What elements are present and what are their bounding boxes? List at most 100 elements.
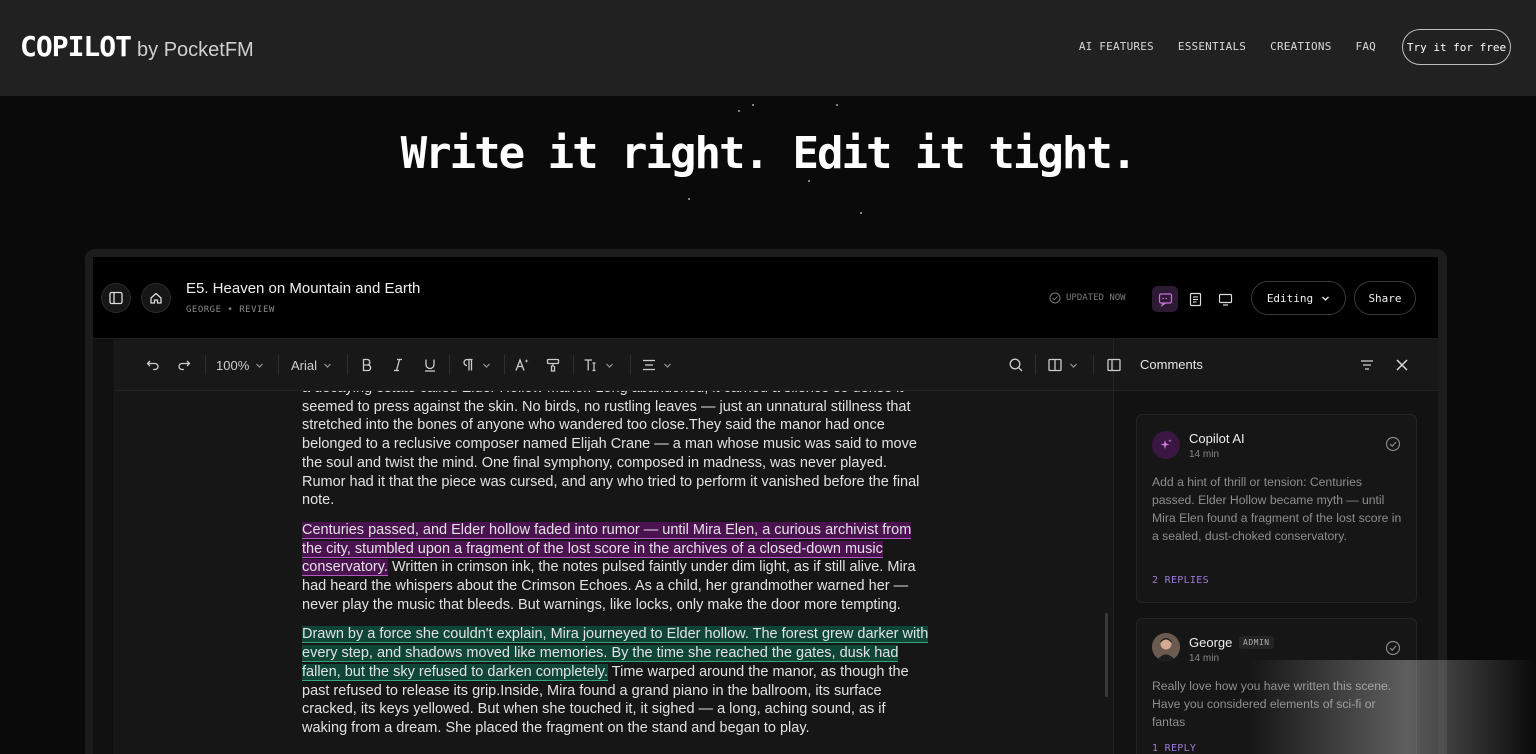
toolbar-divider — [573, 355, 574, 375]
filter-icon — [1361, 360, 1373, 370]
nav-link-creations[interactable]: CREATIONS — [1270, 40, 1331, 53]
save-status: UPDATED NOW — [1049, 292, 1126, 304]
paint-brush-icon — [546, 358, 560, 372]
try-free-button[interactable]: Try it for free — [1402, 29, 1511, 65]
chevron-down-icon — [483, 363, 490, 368]
align-dropdown[interactable] — [641, 354, 672, 376]
save-status-text: UPDATED NOW — [1066, 293, 1126, 303]
comment-replies-link[interactable]: 1 REPLY — [1152, 743, 1196, 754]
toolbar-divider — [504, 355, 505, 375]
share-button[interactable]: Share — [1354, 281, 1416, 315]
role-badge: ADMIN — [1239, 636, 1274, 649]
columns-icon — [1048, 358, 1062, 372]
layout-dropdown[interactable] — [1047, 354, 1078, 376]
sidebar-toggle-button[interactable] — [101, 283, 131, 313]
bold-icon — [362, 358, 372, 372]
toggle-panel-button[interactable] — [1106, 357, 1122, 378]
bold-button[interactable] — [359, 354, 375, 376]
search-button[interactable] — [1008, 354, 1024, 376]
resolve-button[interactable] — [1385, 436, 1401, 457]
chevron-down-icon — [1322, 296, 1330, 301]
check-circle-icon — [1385, 640, 1401, 656]
user-avatar-icon — [1152, 633, 1180, 661]
underline-icon — [425, 359, 435, 372]
document-title: E5. Heaven on Mountain and Earth — [186, 280, 421, 297]
comment-body: Add a hint of thrill or tension: Centuri… — [1152, 475, 1402, 543]
toolbar-divider — [449, 355, 450, 375]
resolve-button[interactable] — [1385, 640, 1401, 661]
sidebar-icon — [109, 291, 123, 305]
nav-link-essentials[interactable]: ESSENTIALS — [1178, 40, 1246, 53]
glow-overlay — [1250, 660, 1536, 754]
toolbar-divider — [630, 355, 631, 375]
top-nav: COPILOT by PocketFM AI FEATURES ESSENTIA… — [0, 0, 1536, 96]
italic-icon — [394, 358, 402, 372]
font-value: Arial — [291, 357, 318, 373]
close-comments-button[interactable] — [1394, 357, 1410, 378]
paragraph-icon — [463, 358, 473, 371]
preview-button[interactable] — [1212, 286, 1238, 312]
star-decoration — [688, 198, 690, 200]
comment-author: George — [1189, 635, 1233, 650]
toolbar-divider — [205, 355, 206, 375]
star-decoration — [808, 180, 810, 182]
format-toolbar: 100% Arial — [115, 339, 1113, 391]
toolbar-divider — [1093, 355, 1094, 375]
star-decoration — [860, 212, 862, 214]
monitor-icon — [1218, 293, 1232, 306]
ai-sparkle-text-icon — [515, 358, 529, 371]
undo-icon — [146, 360, 159, 371]
document-body[interactable]: a decaying estate called Elder Hollow Ma… — [302, 391, 932, 749]
hero-title: Write it right. Edit it tight. — [400, 128, 1138, 179]
undo-button[interactable] — [145, 354, 161, 376]
document-editor[interactable]: a decaying estate called Elder Hollow Ma… — [115, 391, 1113, 754]
check-circle-icon — [1049, 292, 1061, 304]
document-subtitle: GEORGE • REVIEW — [186, 305, 275, 315]
comment-author: Copilot AI — [1189, 431, 1245, 446]
paragraph: Drawn by a force she couldn't explain, M… — [302, 625, 932, 737]
chevron-down-icon — [1070, 363, 1077, 368]
comments-header: Comments — [1107, 339, 1438, 391]
paragraph-text: Written in crimson ink, the notes pulsed… — [302, 559, 916, 613]
nav-link-faq[interactable]: FAQ — [1356, 40, 1376, 53]
comment-icon — [1158, 292, 1172, 307]
align-icon — [643, 359, 655, 371]
comment-card[interactable]: Copilot AI 14 min Add a hint of thrill o… — [1136, 414, 1417, 603]
text-size-icon — [584, 359, 596, 372]
italic-button[interactable] — [390, 354, 406, 376]
star-decoration — [752, 104, 754, 106]
chevron-down-icon — [324, 363, 331, 368]
comments-toggle-button[interactable] — [1152, 286, 1178, 312]
editor-scrollbar[interactable] — [1105, 613, 1108, 697]
paragraph-dropdown[interactable] — [460, 354, 491, 376]
redo-icon — [178, 360, 191, 371]
comment-time: 14 min — [1189, 653, 1220, 664]
check-circle-icon — [1385, 436, 1401, 452]
brand-by: by PocketFM — [137, 39, 254, 61]
mode-dropdown[interactable]: Editing — [1251, 281, 1346, 315]
chevron-down-icon — [256, 363, 264, 368]
brand-logo[interactable]: COPILOT by PocketFM — [20, 30, 254, 63]
text-size-dropdown[interactable] — [583, 354, 614, 376]
nav-link-ai-features[interactable]: AI FEATURES — [1079, 40, 1154, 53]
zoom-dropdown[interactable]: 100% — [216, 354, 264, 376]
nav-links: AI FEATURES ESSENTIALS CREATIONS FAQ — [1079, 40, 1376, 53]
redo-button[interactable] — [176, 354, 192, 376]
comments-title: Comments — [1140, 357, 1203, 372]
star-decoration — [836, 104, 838, 106]
notes-button[interactable] — [1182, 286, 1208, 312]
comment-replies-link[interactable]: 2 REPLIES — [1152, 575, 1209, 586]
paragraph: a decaying estate called Elder Hollow Ma… — [302, 391, 920, 509]
star-decoration — [738, 110, 740, 112]
filter-button[interactable] — [1359, 357, 1375, 378]
toolbar-divider — [347, 355, 348, 375]
font-dropdown[interactable]: Arial — [291, 354, 332, 376]
underline-button[interactable] — [422, 354, 438, 376]
format-painter-button[interactable] — [545, 354, 561, 376]
home-button[interactable] — [141, 283, 171, 313]
toolbar-divider — [1035, 355, 1036, 375]
avatar — [1152, 633, 1180, 661]
close-icon — [1396, 359, 1408, 371]
ai-text-button[interactable] — [514, 354, 530, 376]
panel-icon — [1107, 358, 1121, 372]
